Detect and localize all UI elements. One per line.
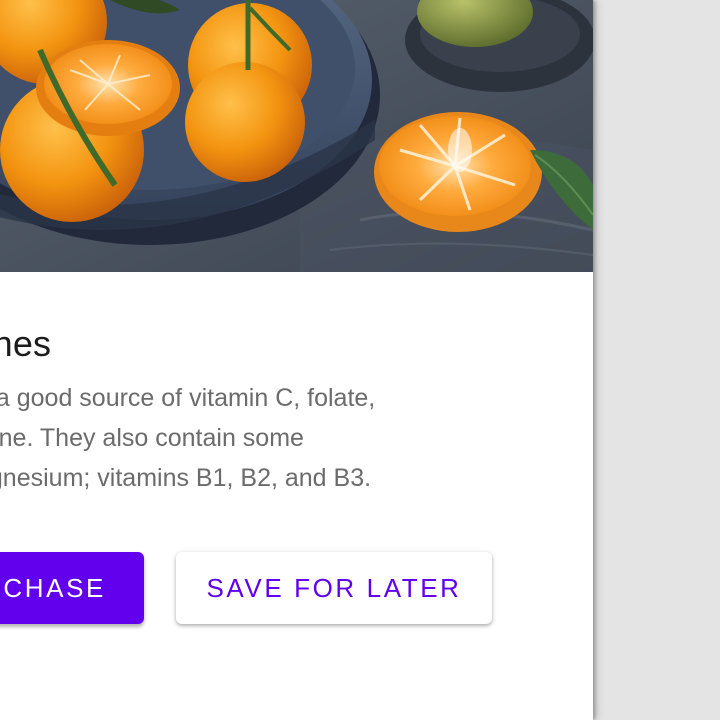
- description-line: ta-carotene. They also contain some: [0, 424, 304, 452]
- product-image: [0, 0, 593, 272]
- card-description: ines are a good source of vitamin C, fol…: [0, 378, 560, 498]
- save-for-later-button[interactable]: SAVE FOR LATER: [176, 552, 492, 624]
- purchase-button[interactable]: RCHASE: [0, 552, 144, 624]
- description-line: ines are a good source of vitamin C, fol…: [0, 384, 376, 412]
- description-line: ium; magnesium; vitamins B1, B2, and B3.: [0, 464, 372, 492]
- card-title: erines: [0, 323, 52, 364]
- product-card: erines ines are a good source of vitamin…: [0, 0, 593, 720]
- tangerines-photo: [0, 0, 593, 272]
- page-background: erines ines are a good source of vitamin…: [0, 0, 720, 720]
